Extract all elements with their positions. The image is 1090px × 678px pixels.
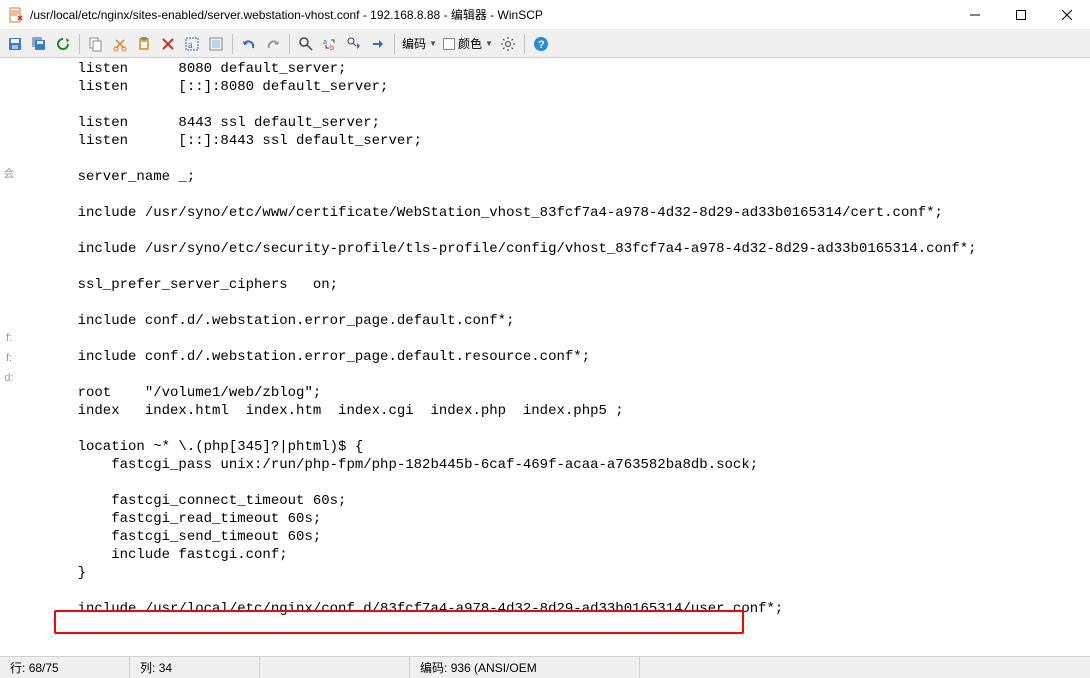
encoding-dropdown[interactable]: 编码▼ [400,35,439,52]
editor-area[interactable]: listen 8080 default_server; listen [::]:… [18,58,1088,656]
app-icon [8,7,24,23]
status-char [260,657,410,678]
save-all-button[interactable] [28,33,50,55]
copy-button[interactable] [85,33,107,55]
separator [394,34,395,54]
replace-button[interactable]: ab [319,33,341,55]
find-next-button[interactable] [343,33,365,55]
color-label: 颜色 [458,35,482,52]
toolbar: a ab 编码▼ 颜色▼ ? [0,30,1090,58]
status-line: 行: 68/75 [0,657,130,678]
goto-button[interactable] [367,33,389,55]
col-value: 34 [159,661,172,675]
editor-content[interactable]: listen 8080 default_server; listen [::]:… [18,58,1088,618]
line-label: 行: [10,659,25,676]
gutter-mark: d: [0,368,18,388]
encoding-value: 936 (ANSI/OEM [451,661,537,675]
chevron-down-icon: ▼ [485,39,493,48]
gutter-mark: f: [0,348,18,368]
encoding-label: 编码 [402,35,426,52]
svg-text:a: a [188,40,193,51]
line-value: 68/75 [29,661,59,675]
maximize-button[interactable] [998,0,1044,29]
color-dropdown[interactable]: 颜色▼ [441,35,495,52]
chevron-down-icon: ▼ [429,39,437,48]
separator [232,34,233,54]
print-button[interactable] [205,33,227,55]
separator [79,34,80,54]
status-col: 列: 34 [130,657,260,678]
delete-button[interactable] [157,33,179,55]
separator [524,34,525,54]
close-button[interactable] [1044,0,1090,29]
status-encoding: 编码: 936 (ANSI/OEM [410,657,640,678]
svg-text:b: b [330,45,334,52]
gutter-mark: 会 [0,148,18,198]
status-modified [910,657,1090,678]
separator [289,34,290,54]
find-button[interactable] [295,33,317,55]
reload-button[interactable] [52,33,74,55]
title-bar: /usr/local/etc/nginx/sites-enabled/serve… [0,0,1090,30]
cut-button[interactable] [109,33,131,55]
status-bar: 行: 68/75 列: 34 编码: 936 (ANSI/OEM [0,656,1090,678]
col-label: 列: [140,659,155,676]
settings-button[interactable] [497,33,519,55]
select-all-button[interactable]: a [181,33,203,55]
undo-button[interactable] [238,33,260,55]
save-button[interactable] [4,33,26,55]
window-title: /usr/local/etc/nginx/sites-enabled/serve… [30,6,952,23]
redo-button[interactable] [262,33,284,55]
paste-button[interactable] [133,33,155,55]
encoding-label: 编码: [420,659,447,676]
gutter-mark: f: [0,328,18,348]
minimize-button[interactable] [952,0,998,29]
color-checkbox[interactable] [443,38,455,50]
svg-text:a: a [323,39,327,46]
help-button[interactable]: ? [530,33,552,55]
svg-text:?: ? [538,39,545,51]
window-controls [952,0,1090,29]
gutter: 会 f: f: d: [0,58,18,656]
